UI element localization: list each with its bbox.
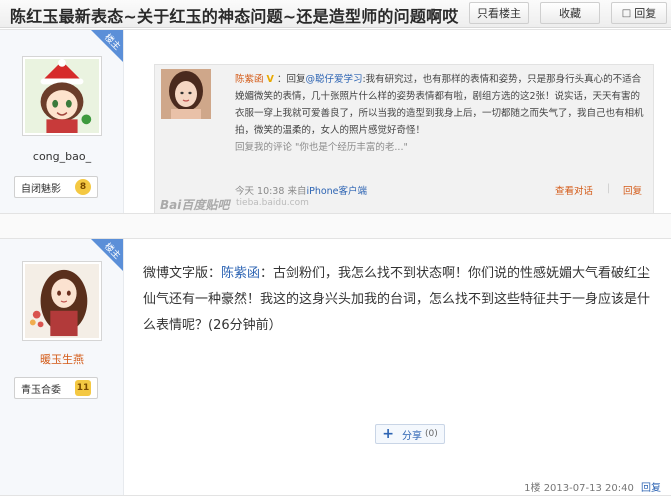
weibo-author[interactable]: 陈紫函 — [235, 74, 264, 85]
share-label: 分享 — [401, 430, 422, 442]
avatar[interactable] — [22, 56, 102, 136]
level-badge: 11 — [75, 380, 91, 396]
view-conversation-link[interactable]: 查看对话 — [555, 183, 593, 197]
level-badge: 8 — [75, 179, 91, 195]
share-count: (0) — [424, 429, 438, 439]
floor-divider — [0, 214, 671, 238]
watermark-url: tieba.baidu.com — [236, 198, 309, 208]
weibo-avatar[interactable] — [161, 69, 211, 119]
reply-button-label: 回复 — [634, 7, 657, 20]
level-tag[interactable]: 青玉合委 11 — [14, 377, 98, 399]
post-meta: 1楼 2013-07-13 20:40 回复 — [524, 479, 661, 494]
thread-title: 陈红玉最新表态~关于红玉的神态问题~还是造型师的问题啊哎 — [10, 7, 459, 26]
user-sidebar: 楼主 暖玉生燕 青玉合委 11 — [0, 239, 124, 495]
reply-button[interactable]: □ 回复 — [611, 2, 667, 24]
weibo-time: 今天 10:38 — [235, 186, 285, 197]
post-floor: 楼主 cong_bao_ 自闭魅影 8 陈紫函 V ：回复@聪仔爱学习:我有研究… — [0, 29, 671, 214]
level-tag[interactable]: 自闭魅影 8 — [14, 176, 98, 198]
only-op-button[interactable]: 只看楼主 — [469, 2, 529, 24]
post-floor: 楼主 暖玉生燕 青玉合委 11 微博文字版：陈紫函：古剑粉们，我怎么找不到状态啊… — [0, 238, 671, 496]
comment-label: 回复我的评论 — [235, 142, 293, 153]
floor-number: 1楼 — [524, 483, 541, 494]
weibo-footer: 今天 10:38 来自iPhone客户端 查看对话 | 回复 — [235, 183, 645, 199]
avatar[interactable] — [22, 261, 102, 341]
verified-v-icon: V — [266, 74, 274, 85]
weibo-avatar-image — [161, 69, 211, 119]
avatar-image — [25, 59, 99, 133]
source-link[interactable]: iPhone客户端 — [306, 186, 367, 197]
reply-prefix: ：回复 — [276, 74, 306, 85]
post-content: 微博文字版：陈紫函：古剑粉们，我怎么找不到状态啊！你们说的性感妩媚大气看破红尘仙… — [143, 261, 653, 339]
favorite-button[interactable]: 收藏 — [540, 2, 600, 24]
weibo-reply-link[interactable]: 回复 — [623, 183, 642, 197]
baidu-watermark: Bai百度贴吧 — [160, 198, 230, 212]
post-date: 2013-07-13 20:40 — [543, 483, 634, 494]
comment-quoted[interactable]: "你也是个经历丰富的老..." — [295, 142, 408, 153]
username[interactable]: 暖玉生燕 — [0, 351, 124, 367]
content-prefix: 微博文字版： — [143, 266, 222, 281]
divider: | — [607, 183, 611, 194]
content-author-link[interactable]: 陈紫函 — [221, 266, 260, 281]
comment-icon: □ — [621, 7, 632, 19]
username[interactable]: cong_bao_ — [0, 150, 124, 163]
level-name: 青玉合委 — [21, 384, 61, 396]
reply-to-link[interactable]: @聪仔爱学习 — [305, 74, 362, 85]
weibo-quote-card: 陈紫函 V ：回复@聪仔爱学习:我有研究过，也有那样的表情和姿势，只是那身行头真… — [154, 64, 654, 214]
plus-icon: + — [382, 426, 394, 442]
share-button[interactable]: + 分享 (0) — [375, 424, 445, 444]
user-sidebar: 楼主 cong_bao_ 自闭魅影 8 — [0, 30, 124, 213]
thread-header: 陈红玉最新表态~关于红玉的神态问题~还是造型师的问题啊哎 只看楼主 收藏 □ 回… — [0, 0, 671, 28]
weibo-text: 陈紫函 V ：回复@聪仔爱学习:我有研究过，也有那样的表情和姿势，只是那身行头真… — [235, 71, 645, 156]
floor-reply-link[interactable]: 回复 — [641, 483, 661, 494]
source-prefix: 来自 — [287, 186, 307, 197]
level-name: 自闭魅影 — [21, 183, 61, 195]
avatar-image — [25, 264, 99, 338]
